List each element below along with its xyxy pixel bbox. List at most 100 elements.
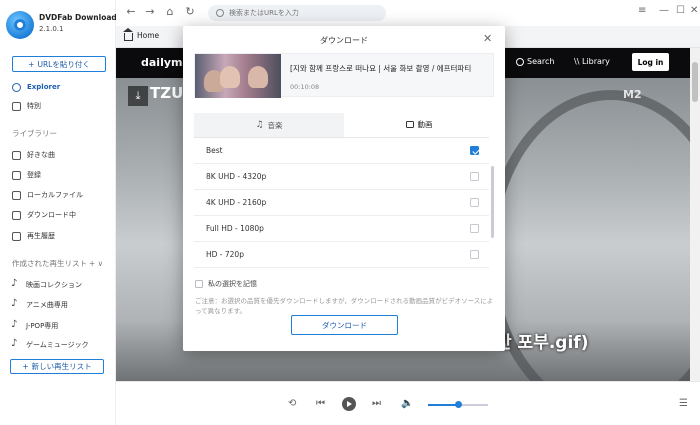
refresh-icon[interactable]: ↻: [183, 5, 197, 18]
paste-url-label: URLを貼り付く: [37, 59, 90, 69]
playlist-item[interactable]: アニメ曲専用: [11, 298, 112, 312]
paste-url-button[interactable]: + URLを貼り付く: [12, 56, 106, 72]
tab-home[interactable]: Home: [123, 28, 159, 41]
sidebar-item-label: ローカルファイル: [27, 191, 83, 199]
sidebar-item-special[interactable]: 特別: [12, 99, 112, 113]
minimize-icon[interactable]: —: [659, 5, 669, 16]
quality-option[interactable]: 4K UHD - 2160p: [194, 190, 489, 216]
music-note-icon: [11, 338, 20, 350]
quality-label: Best: [206, 146, 223, 155]
tab-audio-label: 音楽: [267, 120, 283, 130]
format-tabs: ♫ 音楽 動画: [194, 113, 494, 137]
quality-option[interactable]: HD - 720p: [194, 242, 489, 268]
video-title: [지와 함께 프랑스로 떠나요 | 서울 화보 촬영 / 에프터파티: [290, 64, 472, 73]
music-note-icon: [11, 319, 20, 331]
remember-checkbox[interactable]: [195, 280, 203, 288]
login-button[interactable]: Log in: [632, 53, 669, 71]
subscribe-icon: [12, 170, 21, 180]
quality-checkbox[interactable]: [470, 172, 479, 181]
quality-option[interactable]: 8K UHD - 4320p: [194, 164, 489, 190]
remember-choice[interactable]: 私の選択を記憶: [195, 279, 257, 289]
plus-icon: +: [22, 362, 29, 371]
quality-checkbox[interactable]: [470, 224, 479, 233]
playlist-label: ゲームミュージック: [26, 341, 89, 349]
sidebar-item-explorer[interactable]: Explorer: [12, 80, 112, 94]
compass-icon: [12, 82, 21, 92]
playlists-heading: 作成された再生リスト + ∨: [12, 258, 103, 269]
plus-icon: +: [28, 59, 35, 69]
special-icon: [12, 101, 21, 111]
playlist-item[interactable]: 映画コレクション: [11, 278, 112, 292]
playlist-label: アニメ曲専用: [26, 301, 68, 309]
history-icon: [12, 231, 21, 241]
tab-video-label: 動画: [417, 119, 433, 129]
quality-label: 4K UHD - 2160p: [206, 198, 267, 207]
channel-badge: M2: [623, 88, 642, 101]
site-search-label: Search: [527, 57, 555, 66]
repeat-icon[interactable]: ⟲: [288, 398, 296, 409]
sidebar-item-history[interactable]: 再生履歴: [12, 229, 112, 243]
sidebar-item-favorites[interactable]: 好きな曲: [12, 148, 112, 162]
volume-knob[interactable]: [455, 401, 462, 408]
menu-icon[interactable]: ≡: [638, 5, 646, 16]
queue-icon[interactable]: ☰: [679, 398, 688, 409]
close-icon[interactable]: ✕: [483, 32, 492, 45]
sidebar-item-label: 特別: [27, 102, 41, 110]
search-icon: [516, 57, 524, 66]
new-playlist-label: 新しい再生リスト: [31, 362, 92, 371]
quality-notice: ご注意：お選択の品質を優先ダウンロードしますが，ダウンロードされる動画品質がビデ…: [195, 297, 494, 315]
remember-label: 私の選択を記憶: [208, 280, 257, 288]
playlist-label: J-POP専用: [26, 322, 59, 330]
sidebar-item-subscriptions[interactable]: 登録: [12, 168, 112, 182]
heart-icon: [12, 150, 21, 160]
close-window-icon[interactable]: ✕: [690, 5, 698, 16]
music-note-icon: [11, 278, 20, 290]
sidebar-item-label: ダウンロード中: [27, 211, 76, 219]
url-input[interactable]: [229, 9, 369, 17]
add-playlist-icon[interactable]: + ∨: [89, 259, 103, 268]
site-library[interactable]: \\ Library: [574, 57, 610, 66]
playlist-item[interactable]: J-POP専用: [11, 319, 112, 333]
video-info-card: [지와 함께 프랑스로 떠나요 | 서울 화보 촬영 / 에프터파티 00:10…: [194, 53, 494, 98]
player-bar: ⟲ ⏮ ⏭ 🔈 ☰: [116, 381, 700, 425]
quality-checkbox[interactable]: [470, 146, 479, 155]
music-note-icon: [11, 298, 20, 310]
quality-list-scrollbar[interactable]: [491, 166, 494, 238]
library-icon: \\: [574, 57, 582, 66]
volume-fill: [428, 404, 458, 406]
next-icon[interactable]: ⏭: [372, 398, 381, 409]
quality-list: Best 8K UHD - 4320p 4K UHD - 2160p Full …: [194, 137, 489, 269]
app-version: 2.1.0.1: [39, 25, 64, 33]
home-icon[interactable]: ⌂: [163, 5, 177, 18]
url-search-box[interactable]: [208, 5, 386, 21]
sidebar-item-downloading[interactable]: ダウンロード中: [12, 208, 112, 222]
new-playlist-button[interactable]: + 新しい再生リスト: [10, 359, 104, 374]
folder-icon: [12, 190, 21, 200]
quality-checkbox[interactable]: [470, 250, 479, 259]
tab-video[interactable]: 動画: [344, 113, 494, 137]
playlists-heading-label: 作成された再生リスト: [12, 259, 87, 268]
video-thumbnail: [195, 54, 281, 98]
download-icon: [12, 210, 21, 220]
quality-option[interactable]: Best: [194, 138, 489, 164]
site-search[interactable]: Search: [516, 57, 554, 66]
page-scrollbar[interactable]: [690, 48, 700, 381]
quality-checkbox[interactable]: [470, 198, 479, 207]
previous-icon[interactable]: ⏮: [316, 398, 325, 409]
home-icon: [123, 28, 133, 41]
tab-audio[interactable]: ♫ 音楽: [194, 113, 344, 137]
play-button[interactable]: [342, 397, 356, 411]
sidebar-item-local-files[interactable]: ローカルファイル: [12, 188, 112, 202]
playlist-item[interactable]: ゲームミュージック: [11, 338, 112, 352]
forward-arrow-icon[interactable]: →: [143, 5, 157, 18]
app-logo: [6, 11, 34, 39]
download-button[interactable]: ダウンロード: [291, 315, 398, 335]
back-arrow-icon[interactable]: ←: [124, 5, 138, 18]
quality-option[interactable]: Full HD - 1080p: [194, 216, 489, 242]
maximize-icon[interactable]: ☐: [676, 5, 685, 16]
volume-icon[interactable]: 🔈: [401, 398, 413, 409]
scrollbar-thumb[interactable]: [692, 62, 698, 102]
download-overlay-icon[interactable]: ⤓: [128, 86, 148, 106]
app-name: DVDFab Downloader: [39, 13, 126, 22]
quality-label: 8K UHD - 4320p: [206, 172, 267, 181]
